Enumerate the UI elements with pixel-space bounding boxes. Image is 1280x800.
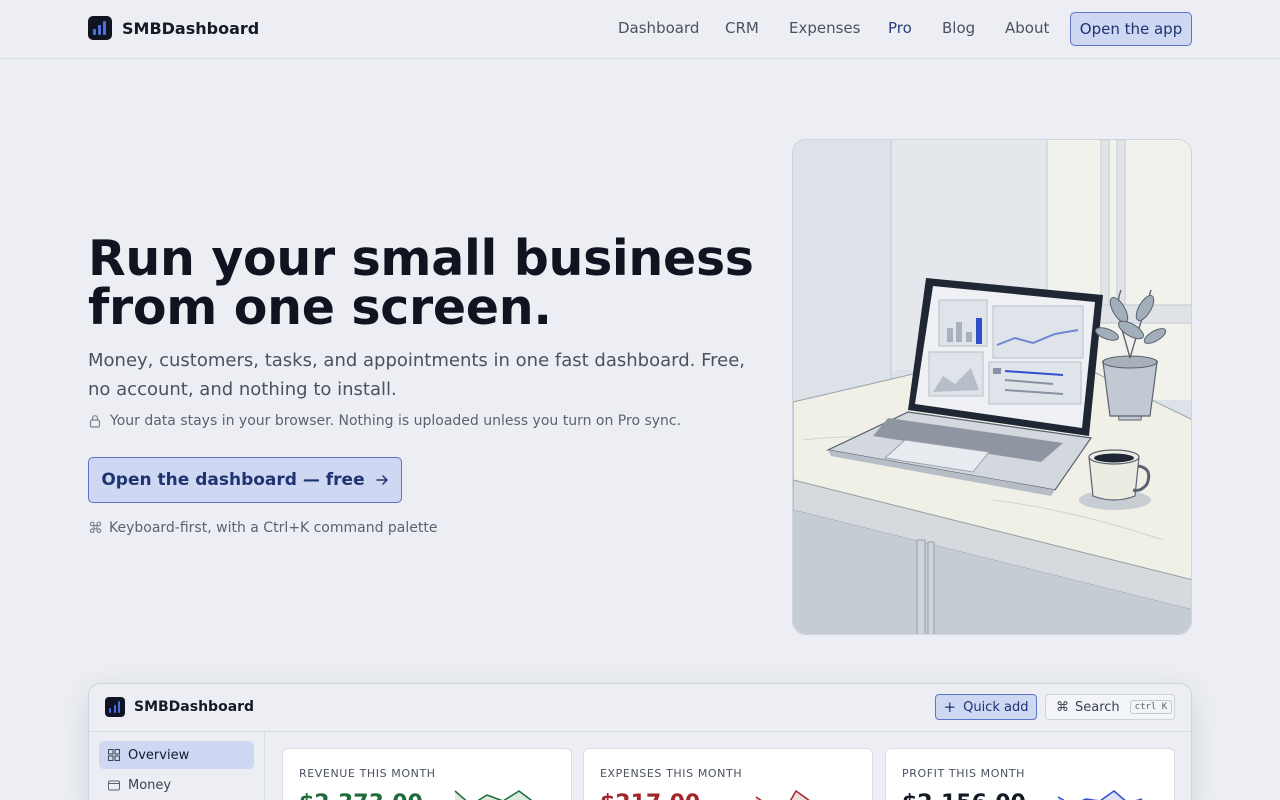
open-dashboard-label: Open the dashboard — free	[101, 470, 365, 490]
open-app-button[interactable]: Open the app	[1070, 12, 1192, 46]
brand-name: SMBDashboard	[122, 18, 260, 38]
stat-value: $217.00	[600, 791, 700, 800]
command-key-icon: ⌘	[1056, 699, 1069, 715]
sidebar-item-label: Overview	[128, 747, 190, 763]
keyboard-note: ⌘ Keyboard-first, with a Ctrl+K command …	[88, 519, 437, 537]
privacy-text: Your data stays in your browser. Nothing…	[110, 413, 682, 429]
hero-title: Run your small business from one screen.	[88, 230, 754, 336]
preview-brand-name: SMBDashboard	[134, 699, 255, 715]
preview-sidebar: Overview Money	[89, 732, 265, 800]
open-dashboard-button[interactable]: Open the dashboard — free	[88, 457, 402, 503]
quick-add-label: Quick add	[963, 699, 1029, 715]
expenses-sparkline	[755, 789, 810, 800]
sidebar-item-money[interactable]: Money	[99, 771, 254, 799]
grid-icon	[108, 749, 120, 761]
hero-lede: Money, customers, tasks, and appointment…	[88, 350, 745, 400]
privacy-note: Your data stays in your browser. Nothing…	[88, 413, 681, 429]
sidebar-item-label: Money	[128, 777, 172, 793]
lock-icon	[89, 415, 101, 428]
search-label: Search	[1075, 699, 1120, 715]
stat-label: EXPENSES THIS MONTH	[600, 767, 743, 780]
quick-add-button[interactable]: + Quick add	[935, 694, 1037, 720]
command-key-icon: ⌘	[88, 519, 103, 537]
app-preview: SMBDashboard + Quick add ⌘ Search ctrl K…	[88, 683, 1192, 800]
hero-illustration	[792, 139, 1192, 635]
sidebar-item-overview[interactable]: Overview	[99, 741, 254, 769]
profit-sparkline	[1057, 790, 1143, 800]
keyboard-note-text: Keyboard-first, with a Ctrl+K command pa…	[109, 520, 438, 536]
stat-card-expenses: EXPENSES THIS MONTH $217.00	[583, 748, 873, 800]
stat-label: PROFIT THIS MONTH	[902, 767, 1026, 780]
nav-pro[interactable]: Pro	[888, 19, 912, 37]
nav-blog[interactable]: Blog	[942, 19, 975, 37]
logo-bar-chart-icon	[88, 16, 112, 40]
search-shortcut: ctrl K	[1129, 700, 1173, 714]
stat-value: $2,156.00	[902, 791, 1026, 800]
stat-label: REVENUE THIS MONTH	[299, 767, 436, 780]
arrow-right-icon	[375, 475, 388, 485]
preview-brand: SMBDashboard	[105, 697, 254, 717]
top-nav: SMBDashboard Dashboard CRM Expenses Pro …	[0, 0, 1280, 59]
brand-link[interactable]: SMBDashboard	[88, 16, 259, 40]
nav-crm[interactable]: CRM	[725, 19, 759, 37]
wallet-icon	[108, 780, 120, 791]
logo-bar-chart-icon	[105, 697, 125, 717]
revenue-sparkline	[454, 790, 533, 800]
preview-header: SMBDashboard + Quick add ⌘ Search ctrl K	[89, 684, 1191, 732]
nav-about[interactable]: About	[1005, 19, 1049, 37]
stat-value: $2,373.00	[299, 791, 423, 800]
stat-card-profit: PROFIT THIS MONTH $2,156.00	[885, 748, 1175, 800]
search-button[interactable]: ⌘ Search ctrl K	[1045, 694, 1175, 720]
nav-expenses[interactable]: Expenses	[789, 19, 860, 37]
nav-dashboard[interactable]: Dashboard	[618, 19, 699, 37]
plus-icon: +	[943, 698, 957, 716]
stat-card-revenue: REVENUE THIS MONTH $2,373.00	[282, 748, 572, 800]
